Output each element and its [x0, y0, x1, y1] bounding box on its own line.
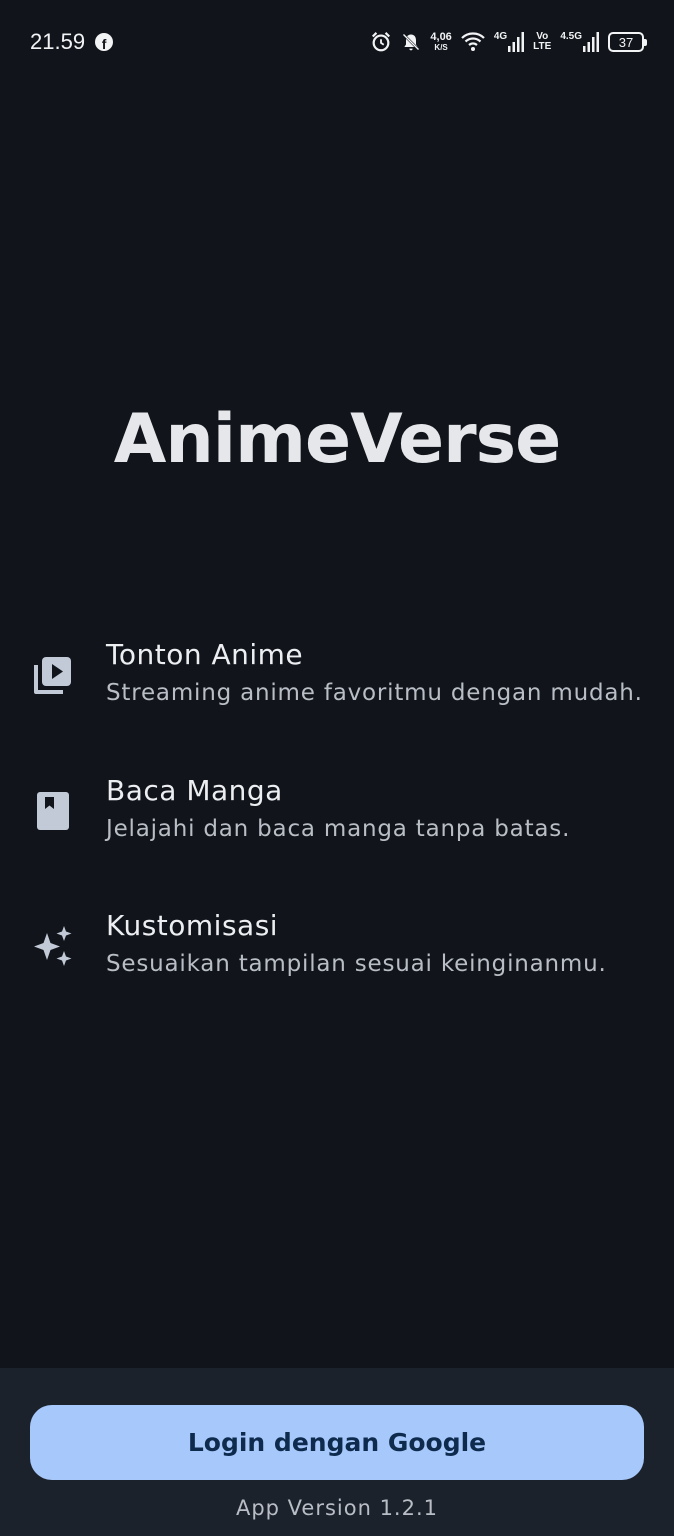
network-speed-unit: K/S: [434, 43, 448, 52]
signal-bars-icon: [583, 32, 599, 52]
wifi-icon: [461, 32, 485, 51]
feature-title: Tonton Anime: [106, 638, 304, 671]
network-label-4g: 4G: [493, 31, 508, 42]
feature-description: Jelajahi dan baca manga tanpa batas.: [106, 816, 571, 842]
status-right: 4,06 K/S 4G Vo LTE 4.5G 37: [370, 31, 647, 53]
facebook-icon: f: [95, 33, 114, 51]
network-speed-value: 4,06: [430, 31, 452, 43]
volte-bottom: LTE: [533, 41, 552, 52]
login-google-button[interactable]: Login dengan Google: [30, 1405, 644, 1480]
login-screen: 21.59 f 4,06 K/S 4G Vo LTE 4.5G 37 Anime…: [0, 0, 674, 1536]
status-bar: 21.59 f 4,06 K/S 4G Vo LTE 4.5G 37: [0, 0, 674, 84]
battery-level: 37: [618, 34, 634, 50]
sparkles-icon: [32, 925, 74, 967]
battery-icon: 37: [608, 32, 647, 52]
volte-indicator: Vo LTE: [533, 32, 551, 52]
book-icon: [32, 790, 74, 832]
feature-description: Streaming anime favoritmu dengan mudah.: [106, 680, 643, 706]
bottom-panel: Login dengan Google App Version 1.2.1: [0, 1368, 674, 1536]
status-left: 21.59 f: [30, 29, 114, 55]
feature-title: Baca Manga: [106, 774, 283, 807]
feature-title: Kustomisasi: [106, 909, 279, 942]
signal-bars-icon: [508, 32, 525, 52]
notifications-off-icon: [403, 33, 420, 51]
video-library-icon: [32, 654, 74, 696]
app-version: App Version 1.2.1: [235, 1496, 439, 1520]
feature-description: Sesuaikan tampilan sesuai keinginanmu.: [106, 951, 607, 977]
signal-4g: 4G: [493, 31, 525, 52]
network-label-4-5g: 4.5G: [560, 31, 582, 42]
signal-4-5g: 4.5G: [560, 32, 599, 52]
network-speed: 4,06 K/S: [430, 31, 452, 53]
feature-item-read-manga: Baca Manga Jelajahi dan baca manga tanpa…: [0, 772, 674, 862]
feature-item-watch-anime: Tonton Anime Streaming anime favoritmu d…: [0, 636, 674, 726]
status-time: 21.59: [30, 29, 86, 54]
app-title: AnimeVerse: [113, 400, 561, 479]
feature-item-customization: Kustomisasi Sesuaikan tampilan sesuai ke…: [0, 907, 674, 997]
alarm-icon: [372, 32, 391, 52]
